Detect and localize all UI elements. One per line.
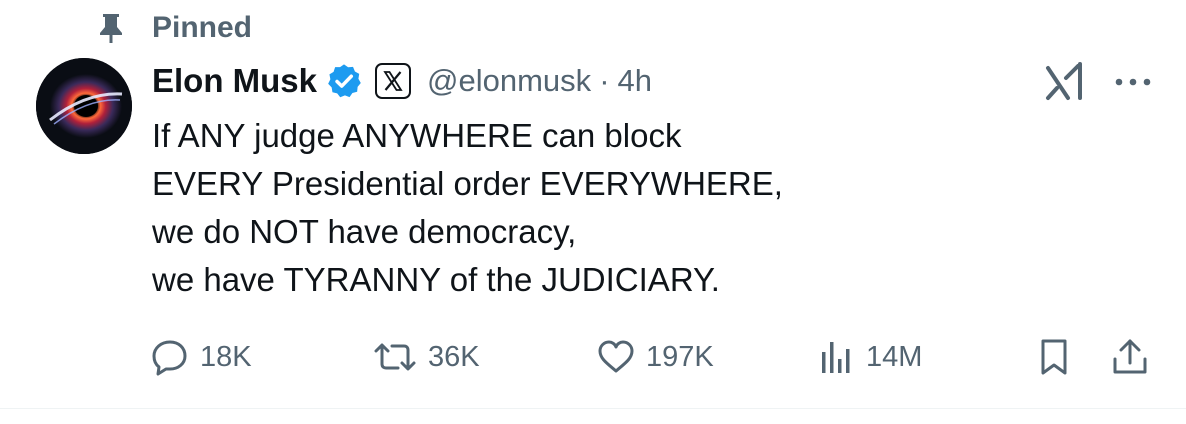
pinned-indicator: Pinned <box>96 8 252 48</box>
share-button[interactable] <box>1110 332 1150 382</box>
separator-dot: · <box>599 63 610 98</box>
tweet-header: Elon Musk @elonmusk · 4h <box>152 56 652 106</box>
reply-button[interactable]: 18K <box>150 332 252 382</box>
like-count: 197K <box>646 340 714 373</box>
grok-icon[interactable] <box>1044 62 1090 102</box>
views-button[interactable]: 14M <box>820 332 922 382</box>
author-name[interactable]: Elon Musk <box>152 62 317 100</box>
repost-button[interactable]: 36K <box>372 332 480 382</box>
author-handle[interactable]: @elonmusk <box>427 63 591 99</box>
views-icon <box>820 337 856 377</box>
repost-icon <box>372 337 418 377</box>
reply-count: 18K <box>200 340 252 373</box>
tweet-line: EVERY Presidential order EVERYWHERE, <box>152 165 783 202</box>
repost-count: 36K <box>428 340 480 373</box>
tweet-line: we have TYRANNY of the JUDICIARY. <box>152 261 720 298</box>
action-bar: 18K 36K 197K 14M <box>150 332 1160 382</box>
avatar[interactable] <box>36 58 132 154</box>
like-button[interactable]: 197K <box>596 332 714 382</box>
reply-icon <box>150 337 190 377</box>
more-icon[interactable] <box>1110 64 1156 100</box>
share-icon <box>1110 337 1150 377</box>
pinned-label: Pinned <box>152 11 253 44</box>
x-logo-icon[interactable] <box>375 63 412 99</box>
heart-icon <box>596 337 636 377</box>
tweet-text: If ANY judge ANYWHERE can block EVERY Pr… <box>152 112 1152 304</box>
bookmark-icon <box>1034 337 1074 377</box>
verified-badge-icon[interactable] <box>325 62 363 100</box>
pin-icon <box>96 11 126 45</box>
timestamp[interactable]: 4h <box>618 63 652 99</box>
bookmark-button[interactable] <box>1034 332 1074 382</box>
tweet-line: If ANY judge ANYWHERE can block <box>152 117 682 154</box>
views-count: 14M <box>866 340 923 373</box>
tweet-line: we do NOT have democracy, <box>152 213 577 250</box>
divider <box>0 408 1186 409</box>
